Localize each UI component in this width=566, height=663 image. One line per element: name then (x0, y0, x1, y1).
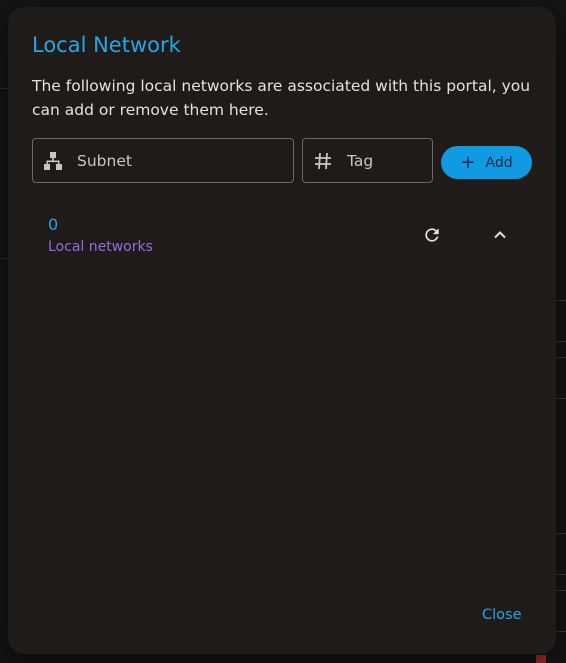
subnet-input[interactable] (77, 151, 227, 170)
hash-icon (312, 150, 334, 172)
network-count-label: Local networks (48, 239, 153, 255)
network-tree-icon (42, 150, 64, 172)
add-button[interactable]: + Add (441, 146, 532, 179)
refresh-button[interactable] (418, 221, 446, 249)
backdrop-divider (0, 88, 8, 89)
subnet-field[interactable] (32, 138, 294, 183)
tag-input[interactable] (347, 151, 417, 170)
dialog-description: The following local networks are associa… (32, 77, 531, 119)
tag-field[interactable] (302, 138, 433, 183)
local-network-dialog: Local Network The following local networ… (8, 7, 556, 654)
chevron-up-icon (494, 231, 506, 239)
add-button-label: Add (485, 154, 513, 171)
dialog-title: Local Network (32, 33, 181, 57)
backdrop-divider (0, 258, 8, 259)
backdrop-status-indicator (536, 655, 546, 663)
plus-icon: + (460, 151, 476, 173)
network-count: 0 (48, 215, 59, 234)
close-button[interactable]: Close (474, 603, 530, 627)
refresh-icon (425, 228, 439, 242)
collapse-button[interactable] (486, 221, 514, 249)
